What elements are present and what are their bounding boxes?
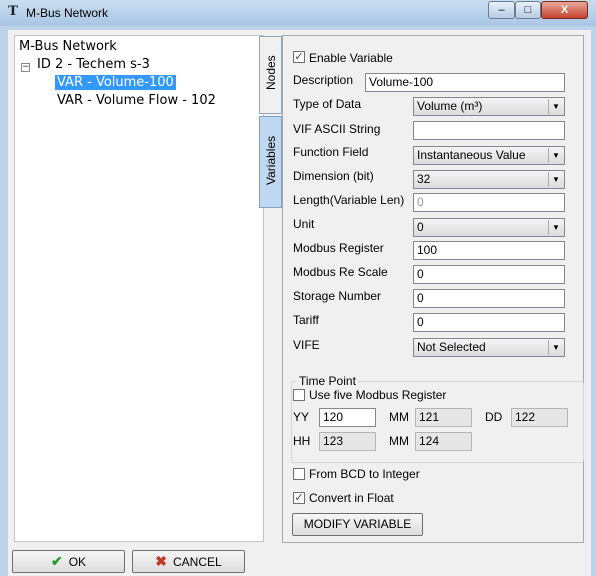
tree-device[interactable]: ID 2 - Techem s-3 <box>37 56 150 74</box>
mm-field-2[interactable]: 124 <box>415 432 472 451</box>
variables-panel: ✓ Enable Variable Description Volume-100… <box>282 35 584 543</box>
tree-root[interactable]: M-Bus Network <box>19 38 117 56</box>
storage-number-field[interactable]: 0 <box>413 289 565 308</box>
hh-field[interactable]: 123 <box>319 432 376 451</box>
network-tree[interactable]: M-Bus Network − ID 2 - Techem s-3 VAR - … <box>14 35 264 542</box>
chevron-down-icon: ▼ <box>548 99 563 114</box>
vife-value: Not Selected <box>417 340 486 354</box>
convert-float-label: Convert in Float <box>309 491 394 505</box>
ok-label: OK <box>68 555 87 569</box>
dimension-select[interactable]: 32 ▼ <box>413 170 565 189</box>
dimension-label: Dimension (bit) <box>293 169 374 183</box>
tab-variables-label: Variables <box>264 135 278 185</box>
mm-field[interactable]: 121 <box>415 408 472 427</box>
function-field-label: Function Field <box>293 145 369 159</box>
unit-value: 0 <box>417 220 424 234</box>
enable-variable-label: Enable Variable <box>309 51 393 65</box>
hh-label: HH <box>293 434 311 448</box>
dd-field[interactable]: 122 <box>511 408 568 427</box>
tab-nodes-label: Nodes <box>264 55 278 90</box>
tariff-field[interactable]: 0 <box>413 313 565 332</box>
chevron-down-icon: ▼ <box>548 148 563 163</box>
mbus-window: T M-Bus Network – □ X M-Bus Network − ID… <box>0 0 596 576</box>
time-point-title: Time Point <box>297 374 358 388</box>
enable-variable-checkbox[interactable]: ✓ <box>293 51 305 63</box>
maximize-button[interactable]: □ <box>515 1 541 19</box>
tab-nodes[interactable]: Nodes <box>259 36 282 114</box>
close-button[interactable]: X <box>541 1 588 19</box>
tab-variables[interactable]: Variables <box>259 116 282 208</box>
type-of-data-label: Type of Data <box>293 97 362 111</box>
dimension-value: 32 <box>417 172 431 186</box>
tree-item-volume-flow[interactable]: VAR - Volume Flow - 102 <box>57 92 216 110</box>
length-field[interactable]: 0 <box>413 193 565 212</box>
yy-field[interactable]: 120 <box>319 408 376 427</box>
convert-float-checkbox[interactable]: ✓ <box>293 492 305 504</box>
chevron-down-icon: ▼ <box>548 340 563 355</box>
storage-number-label: Storage Number <box>293 289 382 303</box>
ok-button[interactable]: ✔ OK <box>12 550 125 573</box>
use-five-label: Use five Modbus Register <box>309 388 447 402</box>
tab-strip: Nodes Variables <box>259 36 283 216</box>
mm-label: MM <box>389 410 409 424</box>
mm-label-2: MM <box>389 434 409 448</box>
from-bcd-checkbox[interactable] <box>293 468 305 480</box>
function-field-select[interactable]: Instantaneous Value ▼ <box>413 146 565 165</box>
modbus-register-field[interactable]: 100 <box>413 241 565 260</box>
vife-select[interactable]: Not Selected ▼ <box>413 338 565 357</box>
tariff-label: Tariff <box>293 313 319 327</box>
from-bcd-label: From BCD to Integer <box>309 467 420 481</box>
check-icon: ✔ <box>50 553 63 569</box>
app-icon: T <box>8 4 18 19</box>
unit-label: Unit <box>293 217 315 231</box>
description-field[interactable]: Volume-100 <box>365 73 565 92</box>
description-label: Description <box>293 73 354 87</box>
type-of-data-value: Volume (m³) <box>417 99 483 113</box>
length-label: Length(Variable Len) <box>293 193 405 207</box>
chevron-down-icon: ▼ <box>548 172 563 187</box>
cancel-icon: ✖ <box>155 553 168 569</box>
function-field-value: Instantaneous Value <box>417 148 526 162</box>
vif-ascii-label: VIF ASCII String <box>293 122 381 136</box>
modbus-register-label: Modbus Register <box>293 241 384 255</box>
unit-select[interactable]: 0 ▼ <box>413 218 565 237</box>
yy-label: YY <box>293 410 310 424</box>
chevron-down-icon: ▼ <box>548 220 563 235</box>
cancel-button[interactable]: ✖ CANCEL <box>132 550 245 573</box>
vif-ascii-field[interactable] <box>413 121 565 140</box>
modify-variable-button[interactable]: MODIFY VARIABLE <box>292 513 423 536</box>
tree-item-volume[interactable]: VAR - Volume-100 <box>55 75 176 90</box>
minimize-button[interactable]: – <box>488 1 515 19</box>
cancel-label: CANCEL <box>173 555 222 569</box>
collapse-icon[interactable]: − <box>21 63 30 72</box>
modbus-rescale-label: Modbus Re Scale <box>293 265 388 279</box>
use-five-checkbox[interactable] <box>293 389 305 401</box>
modbus-rescale-field[interactable]: 0 <box>413 265 565 284</box>
title-bar: T M-Bus Network – □ X <box>0 0 596 26</box>
window-title: M-Bus Network <box>26 6 109 20</box>
vife-label: VIFE <box>293 338 320 352</box>
dd-label: DD <box>485 410 503 424</box>
dialog-client: M-Bus Network − ID 2 - Techem s-3 VAR - … <box>8 30 591 576</box>
type-of-data-select[interactable]: Volume (m³) ▼ <box>413 97 565 116</box>
